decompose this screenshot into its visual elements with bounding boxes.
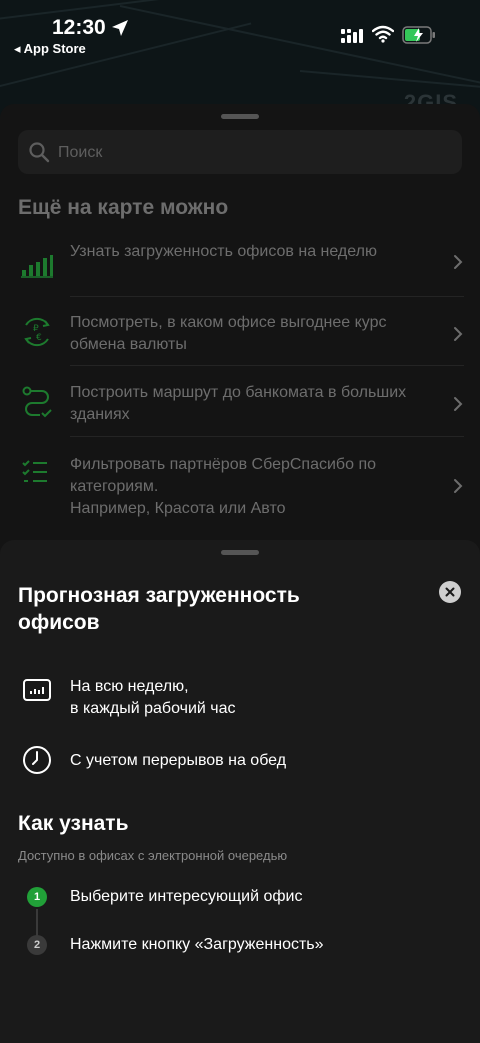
- feature-item-label: Фильтровать партнёров СберСпасибо по кат…: [70, 456, 376, 517]
- feature-item-sberspasibo-filter[interactable]: Фильтровать партнёров СберСпасибо по кат…: [0, 450, 480, 540]
- sheet-grabber[interactable]: [221, 114, 259, 119]
- feature-item-label: Посмотреть, в каком офисе выгоднее курс …: [70, 314, 387, 353]
- close-button[interactable]: [439, 581, 461, 603]
- office-load-panel: Прогнозная загруженность офисов На всю н…: [0, 540, 480, 1043]
- filter-list-icon: [22, 460, 47, 482]
- feature-item-label: Узнать загруженность офисов на неделю: [70, 243, 377, 260]
- feature-item-currency-rate[interactable]: ₽ € Посмотреть, в каком офисе выгоднее к…: [0, 309, 480, 379]
- status-bar: 12:30 ◂ App Store: [0, 0, 480, 60]
- feature-item-label: Построить маршрут до банкомата в больших…: [70, 384, 407, 423]
- bar-chart-icon: [21, 255, 53, 278]
- battery-charging-icon: [402, 26, 435, 44]
- panel-grabber[interactable]: [221, 550, 259, 555]
- step-text-1: Выберите интересующий офис: [70, 888, 303, 905]
- step-badge-2: 2: [27, 935, 47, 955]
- back-to-app-store-link[interactable]: ◂ App Store: [14, 41, 86, 57]
- benefit-whole-week: На всю неделю, в каждый рабочий час: [0, 674, 480, 724]
- how-to-subtitle: Доступно в офисах с электронной очередью: [18, 848, 288, 863]
- benefit-text: С учетом перерывов на обед: [70, 752, 287, 769]
- step-badge-1: 1: [27, 887, 47, 907]
- benefit-text: На всю неделю, в каждый рабочий час: [70, 678, 236, 717]
- feature-item-office-load[interactable]: Узнать загруженность офисов на неделю: [0, 238, 480, 308]
- step-text-2: Нажмите кнопку «Загруженность»: [70, 936, 324, 953]
- chevron-right-icon: [454, 397, 463, 411]
- route-icon: [22, 386, 52, 418]
- how-to-title: Как узнать: [18, 812, 129, 835]
- status-time: 12:30: [52, 16, 106, 39]
- benefit-lunch-breaks: С учетом перерывов на обед: [0, 745, 480, 785]
- chevron-right-icon: [454, 479, 463, 493]
- cellular-signal-icon: [341, 29, 363, 43]
- section-title: Ещё на карте можно: [18, 196, 229, 219]
- search-input[interactable]: Поиск: [18, 130, 462, 174]
- chevron-right-icon: [454, 327, 463, 341]
- close-icon: [445, 587, 455, 597]
- clock-icon: [23, 746, 51, 774]
- panel-title: Прогнозная загруженность офисов: [18, 584, 300, 634]
- step-connector: [36, 909, 38, 937]
- search-icon: [29, 142, 50, 163]
- search-placeholder: Поиск: [58, 144, 103, 161]
- currency-exchange-icon: ₽ €: [24, 318, 50, 346]
- map-features-sheet: Поиск Ещё на карте можно Узнать загружен…: [0, 104, 480, 564]
- chart-screen-icon: [23, 679, 51, 701]
- feature-item-atm-route[interactable]: Построить маршрут до банкомата в больших…: [0, 379, 480, 449]
- wifi-icon: [372, 25, 394, 43]
- location-arrow-icon: [112, 20, 128, 36]
- svg-text:€: €: [36, 333, 42, 343]
- chevron-right-icon: [454, 255, 463, 269]
